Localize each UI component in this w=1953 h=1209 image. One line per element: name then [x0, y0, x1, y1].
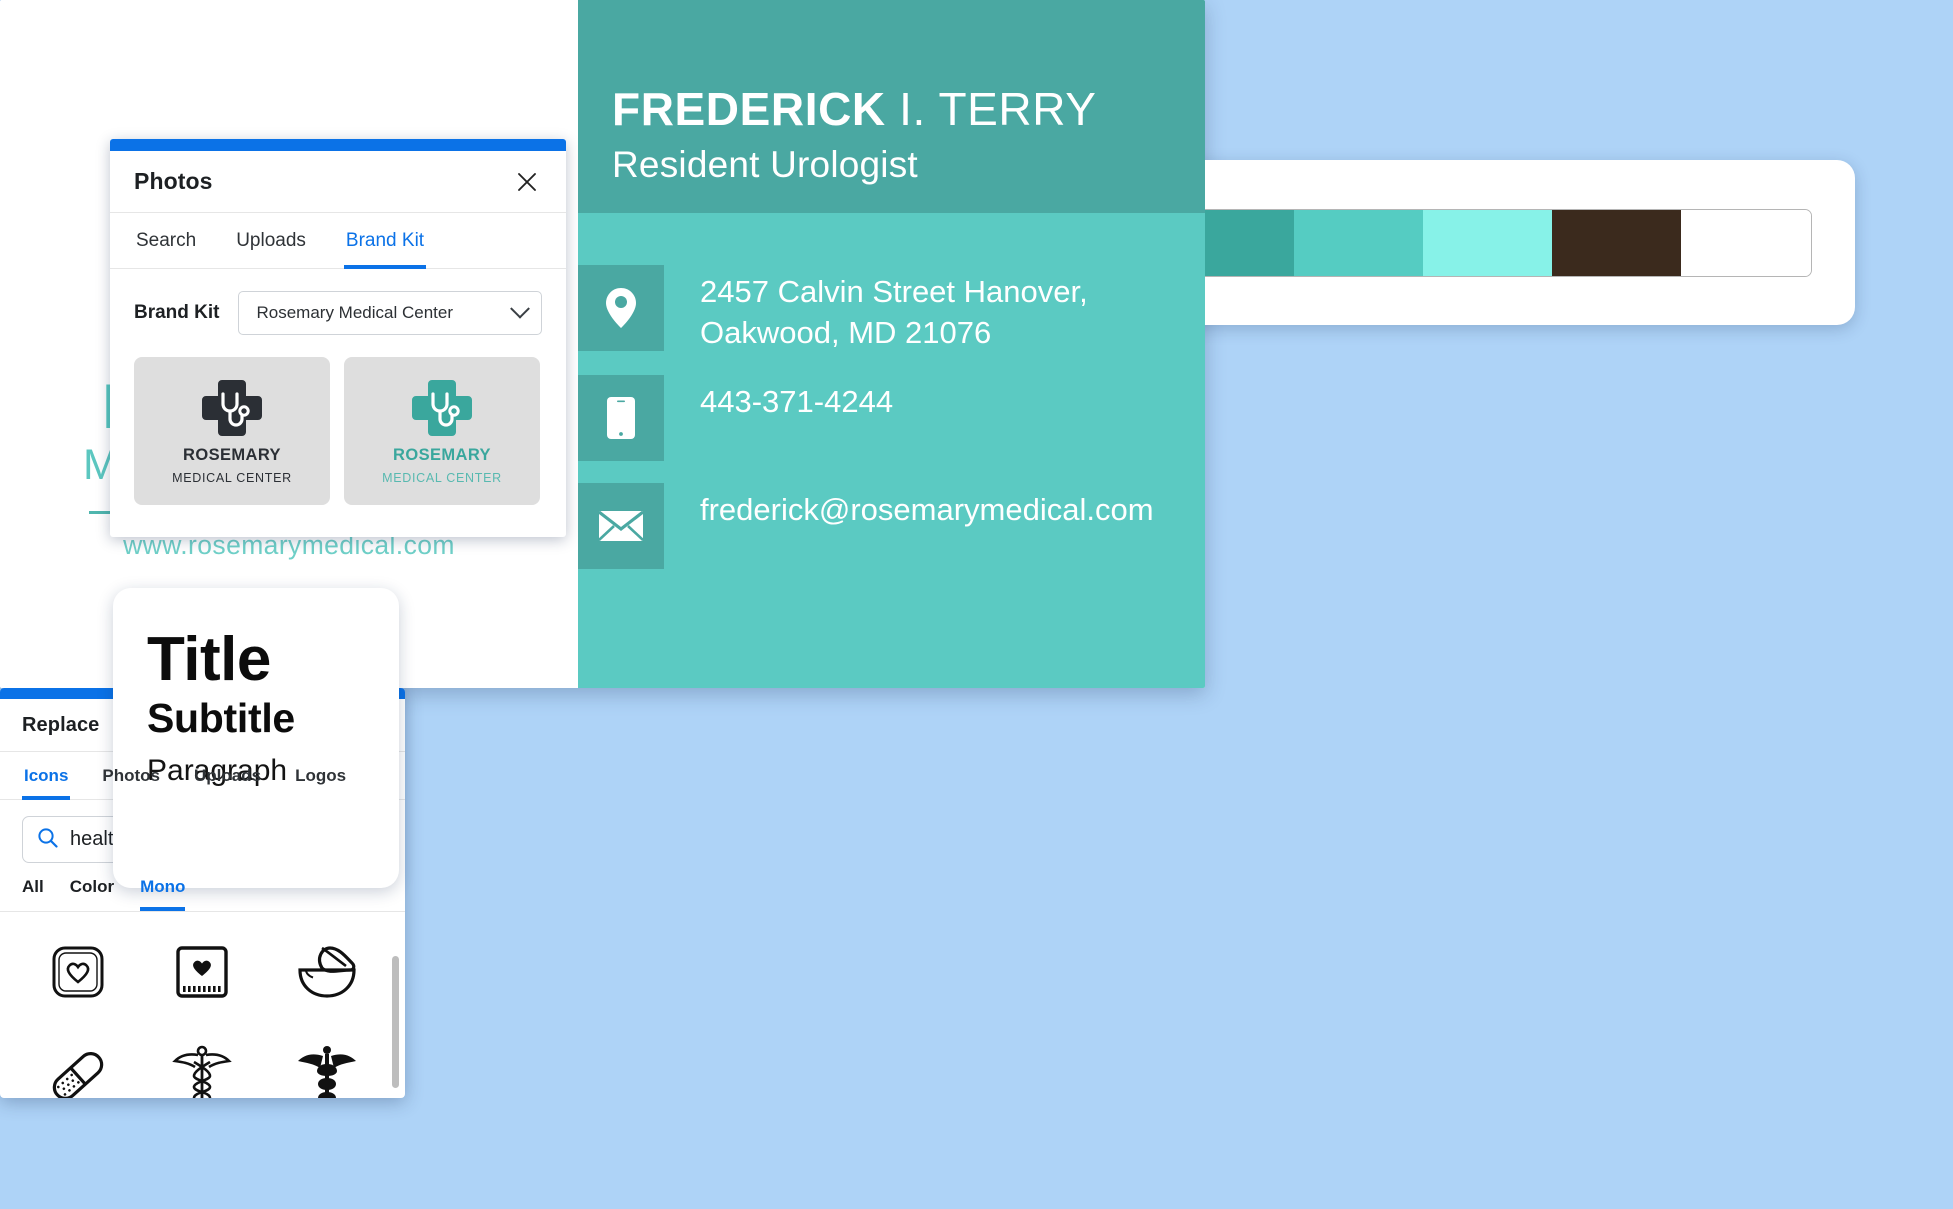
- capsule-pill-icon[interactable]: [28, 1026, 128, 1098]
- color-swatch-3[interactable]: [1422, 209, 1553, 276]
- tab-search[interactable]: Search: [134, 213, 198, 268]
- photos-panel-title: Photos: [134, 168, 213, 194]
- heart-scale-icon[interactable]: [152, 922, 252, 1022]
- icon-filter-tabs: All Color Mono: [0, 863, 405, 911]
- search-icon: [37, 827, 58, 853]
- logo-card-name: ROSEMARY: [393, 445, 491, 464]
- brand-kit-row: Brand Kit Rosemary Medical Center: [110, 269, 566, 335]
- tab-logos[interactable]: Logos: [293, 752, 348, 799]
- brand-kit-logo-grid: ROSEMARY MEDICAL CENTER ROSEMARY MEDICAL…: [110, 335, 566, 505]
- logo-card-sub: MEDICAL CENTER: [382, 470, 502, 485]
- replace-panel-tabs: Icons Photos Uploads Logos: [0, 752, 405, 800]
- contact-row-phone: 443-371-4244: [578, 375, 1205, 462]
- tab-photos[interactable]: Photos: [100, 752, 162, 799]
- logo-card-teal[interactable]: ROSEMARY MEDICAL CENTER: [344, 357, 540, 505]
- photos-panel-header: Photos: [110, 151, 566, 213]
- photos-panel: Photos Search Uploads Brand Kit Brand Ki…: [110, 139, 566, 537]
- business-card-name-banner: FREDERICK I. TERRY Resident Urologist: [578, 0, 1205, 213]
- filter-mono[interactable]: Mono: [140, 877, 186, 911]
- close-icon[interactable]: [512, 167, 542, 197]
- contact-address-text: 2457 Calvin Street Hanover, Oakwood, MD …: [700, 274, 1088, 351]
- color-swatch-5[interactable]: [1681, 209, 1811, 276]
- color-swatch-strip: [1163, 208, 1812, 277]
- mobile-phone-icon: [578, 375, 664, 462]
- caduceus-outline-icon[interactable]: [152, 1026, 252, 1098]
- filter-all[interactable]: All: [22, 877, 44, 911]
- photos-panel-accent-bar: [110, 139, 566, 151]
- icon-results-area: [0, 911, 405, 1098]
- icon-results-grid: [0, 912, 405, 1098]
- heart-monitor-rounded-icon[interactable]: [28, 922, 128, 1022]
- filter-color[interactable]: Color: [70, 877, 114, 911]
- chevron-down-icon: [510, 298, 530, 319]
- logo-card-dark[interactable]: ROSEMARY MEDICAL CENTER: [134, 357, 330, 505]
- mortar-pestle-icon[interactable]: [277, 922, 377, 1022]
- caduceus-solid-icon[interactable]: [277, 1026, 377, 1098]
- person-last-name: I. TERRY: [899, 83, 1097, 135]
- contact-row-address: 2457 Calvin Street Hanover, Oakwood, MD …: [578, 265, 1205, 353]
- logo-card-sub: MEDICAL CENTER: [172, 470, 292, 485]
- type-title: Title: [147, 625, 271, 694]
- type-subtitle: Subtitle: [147, 695, 295, 742]
- replace-panel-title: Replace: [22, 713, 100, 736]
- contact-phone-text: 443-371-4244: [700, 384, 894, 420]
- medical-cross-stethoscope-icon: [409, 378, 475, 440]
- envelope-icon: [578, 483, 664, 570]
- location-pin-icon: [578, 265, 664, 351]
- type-paragraph: Paragraph: [147, 753, 288, 787]
- contact-row-email: frederick@rosemarymedical.com: [578, 483, 1205, 570]
- color-swatch-4[interactable]: [1552, 209, 1682, 276]
- typography-preview-card: Title Subtitle Paragraph: [113, 588, 399, 888]
- icon-grid-scrollbar[interactable]: [392, 956, 399, 1088]
- business-card-person-role: Resident Urologist: [612, 144, 918, 185]
- medical-cross-stethoscope-icon: [199, 378, 265, 440]
- tab-icons[interactable]: Icons: [22, 752, 71, 800]
- business-card-back: FREDERICK I. TERRY Resident Urologist 24…: [578, 0, 1205, 688]
- person-first-name: FREDERICK: [612, 83, 886, 135]
- contact-email-text: frederick@rosemarymedical.com: [700, 492, 1154, 528]
- tab-uploads[interactable]: Uploads: [234, 213, 308, 268]
- brand-color-palette-card: [1120, 160, 1855, 325]
- logo-card-name: ROSEMARY: [183, 445, 281, 464]
- photos-panel-tabs: Search Uploads Brand Kit: [110, 213, 566, 269]
- business-card-contact-list: 2457 Calvin Street Hanover, Oakwood, MD …: [578, 213, 1205, 570]
- color-swatch-2[interactable]: [1293, 209, 1423, 276]
- brand-kit-select-value: Rosemary Medical Center: [256, 303, 454, 322]
- brand-kit-label: Brand Kit: [134, 302, 220, 323]
- brand-kit-select[interactable]: Rosemary Medical Center: [237, 291, 542, 335]
- tab-brand-kit[interactable]: Brand Kit: [343, 213, 427, 269]
- business-card-person-name: FREDERICK I. TERRY: [612, 86, 1205, 132]
- tab-uploads[interactable]: Uploads: [192, 752, 263, 799]
